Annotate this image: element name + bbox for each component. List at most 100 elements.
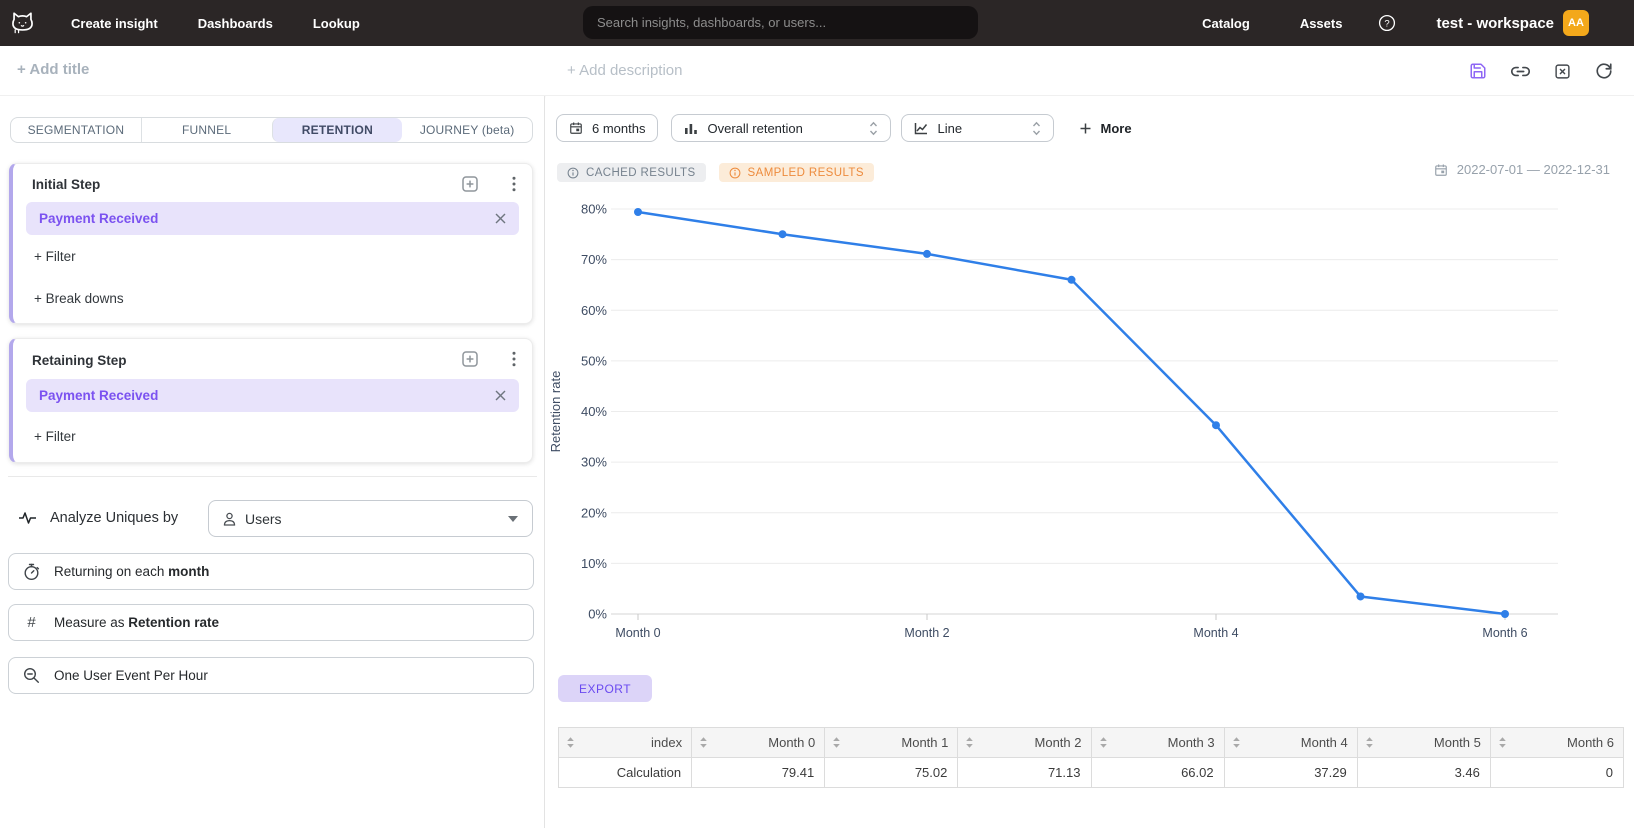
table-row: Calculation79.4175.0271.1366.0237.293.46… (559, 758, 1624, 788)
workspace-name[interactable]: test - workspace (1436, 15, 1554, 32)
cached-results-badge: CACHED RESULTS (557, 163, 706, 182)
more-button[interactable]: More (1080, 121, 1131, 136)
svg-text:60%: 60% (581, 303, 607, 318)
table-header-month-0[interactable]: Month 0 (692, 728, 825, 758)
info-icon (729, 167, 741, 179)
returning-period-setting[interactable]: Returning on each month (8, 553, 534, 590)
add-breakdown-button[interactable]: + Break downs (34, 291, 124, 306)
table-header-month-2[interactable]: Month 2 (958, 728, 1091, 758)
table-cell: 3.46 (1357, 758, 1490, 788)
column-label: Month 6 (1567, 735, 1614, 750)
table-header-month-4[interactable]: Month 4 (1224, 728, 1357, 758)
tab-segmentation[interactable]: SEGMENTATION (11, 118, 141, 142)
sort-icon[interactable] (1498, 736, 1507, 749)
event-dedup-label: One User Event Per Hour (54, 668, 208, 683)
nav-create-insight[interactable]: Create insight (71, 16, 158, 31)
table-cell: 79.41 (692, 758, 825, 788)
tab-journey[interactable]: JOURNEY (beta) (402, 118, 532, 142)
table-header-month-5[interactable]: Month 5 (1357, 728, 1490, 758)
event-dedup-setting[interactable]: One User Event Per Hour (8, 657, 534, 694)
table-cell: 71.13 (958, 758, 1091, 788)
table-header-month-3[interactable]: Month 3 (1091, 728, 1224, 758)
refresh-icon[interactable] (1595, 62, 1613, 80)
table-cell: 75.02 (825, 758, 958, 788)
svg-text:Month 0: Month 0 (615, 626, 660, 640)
nav-catalog[interactable]: Catalog (1202, 16, 1250, 31)
svg-text:30%: 30% (581, 455, 607, 470)
time-window-button[interactable]: 6 months (556, 114, 658, 142)
table-cell: 66.02 (1091, 758, 1224, 788)
nav-dashboards[interactable]: Dashboards (198, 16, 273, 31)
global-search-input[interactable] (583, 6, 978, 39)
kebab-menu-icon[interactable] (512, 176, 516, 192)
results-table: index Month 0 Month 1 Month 2 Month 3 Month 4… (558, 727, 1624, 788)
svg-text:10%: 10% (581, 556, 607, 571)
table-cell: 0 (1490, 758, 1623, 788)
save-icon[interactable] (1469, 62, 1487, 80)
sort-icon[interactable] (965, 736, 974, 749)
svg-text:70%: 70% (581, 252, 607, 267)
sort-icon[interactable] (1232, 736, 1241, 749)
svg-text:40%: 40% (581, 404, 607, 419)
info-icon (567, 167, 579, 179)
card-title: Initial Step (32, 177, 100, 192)
retention-line-chart: 0%10%20%30%40%50%60%70%80%Month 0Month 2… (546, 185, 1634, 650)
retaining-step-card: Retaining Step Payment Received + Filter (9, 338, 533, 463)
kebab-menu-icon[interactable] (512, 351, 516, 367)
link-icon[interactable] (1511, 62, 1530, 81)
sort-icon[interactable] (1099, 736, 1108, 749)
sort-icon[interactable] (1365, 736, 1374, 749)
svg-text:Month 4: Month 4 (1193, 626, 1238, 640)
table-header-index[interactable]: index (559, 728, 692, 758)
date-range: 2022-07-01 — 2022-12-31 (1434, 162, 1610, 177)
measure-as-setting[interactable]: # Measure as Retention rate (8, 604, 534, 641)
svg-text:20%: 20% (581, 505, 607, 520)
column-label: Month 3 (1168, 735, 1215, 750)
export-button[interactable]: EXPORT (558, 675, 652, 702)
initial-step-card: Initial Step Payment Received + Filter +… (9, 163, 533, 324)
date-range-value: 2022-07-01 — 2022-12-31 (1457, 162, 1610, 177)
add-event-button[interactable] (462, 176, 478, 192)
metric-value: Overall retention (707, 121, 802, 136)
sort-icon[interactable] (566, 736, 575, 749)
tab-funnel[interactable]: FUNNEL (141, 118, 272, 142)
chart-toolbar: 6 months Overall retention Line More (556, 114, 1132, 142)
calendar-icon (1434, 163, 1448, 177)
stopwatch-icon (23, 563, 40, 581)
chart-type-select[interactable]: Line (901, 114, 1054, 142)
table-header-row: index Month 0 Month 1 Month 2 Month 3 Month 4… (559, 728, 1624, 758)
column-label: Month 0 (768, 735, 815, 750)
card-title: Retaining Step (32, 353, 127, 368)
add-event-button[interactable] (462, 351, 478, 367)
table-cell: 37.29 (1224, 758, 1357, 788)
analyze-by-select[interactable]: Users (208, 500, 533, 537)
add-description-field[interactable]: + Add description (567, 62, 683, 79)
analyze-uniques-row: Analyze Uniques by (18, 510, 178, 526)
event-chip-label: Payment Received (39, 211, 158, 226)
nav-lookup[interactable]: Lookup (313, 16, 360, 31)
add-title-field[interactable]: + Add title (17, 61, 89, 78)
help-icon[interactable]: ? (1378, 14, 1396, 32)
close-icon[interactable] (495, 213, 506, 224)
svg-text:Month 6: Month 6 (1482, 626, 1527, 640)
table-header-month-6[interactable]: Month 6 (1490, 728, 1623, 758)
nav-assets[interactable]: Assets (1300, 16, 1343, 31)
sort-icon[interactable] (699, 736, 708, 749)
add-filter-button[interactable]: + Filter (34, 249, 76, 264)
app-logo-cat-icon[interactable] (9, 9, 36, 36)
svg-text:?: ? (1385, 18, 1390, 29)
time-window-value: 6 months (592, 121, 645, 136)
metric-select[interactable]: Overall retention (671, 114, 891, 142)
user-avatar[interactable]: AA (1563, 10, 1589, 36)
sort-icon[interactable] (832, 736, 841, 749)
event-chip[interactable]: Payment Received (26, 202, 519, 235)
chart-type-value: Line (937, 121, 962, 136)
event-chip[interactable]: Payment Received (26, 379, 519, 412)
clear-icon[interactable] (1554, 63, 1571, 80)
add-filter-button[interactable]: + Filter (34, 429, 76, 444)
table-header-month-1[interactable]: Month 1 (825, 728, 958, 758)
analyze-uniques-label: Analyze Uniques by (50, 510, 178, 526)
close-icon[interactable] (495, 390, 506, 401)
column-label: Month 1 (901, 735, 948, 750)
tab-retention[interactable]: RETENTION (272, 118, 403, 142)
